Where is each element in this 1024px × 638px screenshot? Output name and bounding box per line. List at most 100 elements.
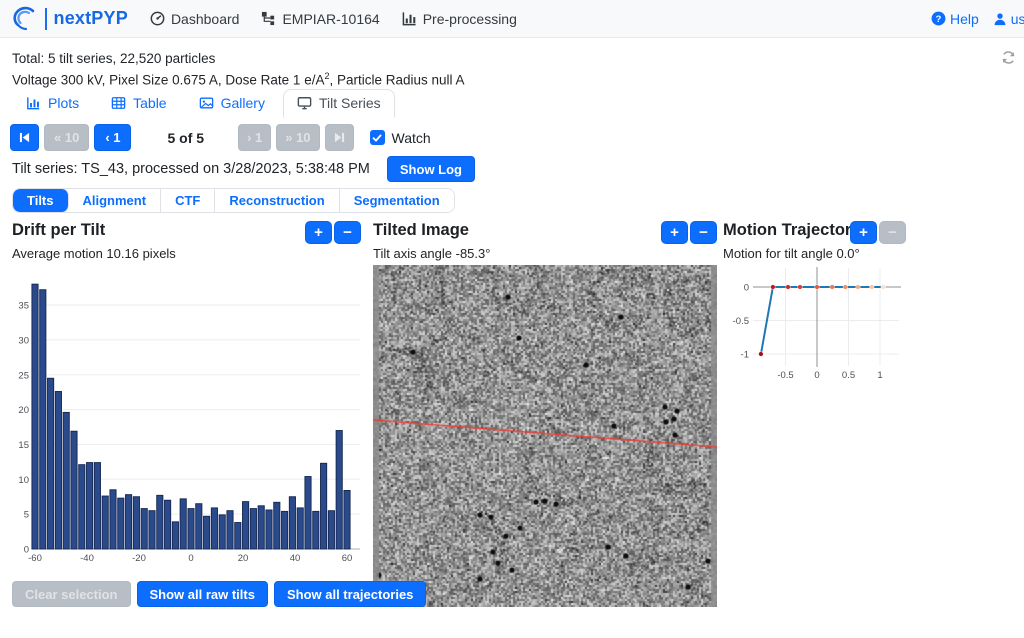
svg-text:-20: -20 xyxy=(132,553,146,564)
check-icon xyxy=(372,133,382,143)
back-1-button[interactable]: ‹ 1 xyxy=(94,124,131,151)
drift-zoom-in-button[interactable]: + xyxy=(305,221,332,244)
watch-control: Watch xyxy=(370,130,431,146)
svg-text:-40: -40 xyxy=(80,553,94,564)
tab-ctf[interactable]: CTF xyxy=(161,189,215,212)
tilted-panel-subtitle: Tilt axis angle -85.3° xyxy=(373,246,490,261)
svg-text:40: 40 xyxy=(290,553,301,564)
show-raw-tilts-button[interactable]: Show all raw tilts xyxy=(137,581,268,607)
clear-selection-button[interactable]: Clear selection xyxy=(12,581,131,607)
series-info: Tilt series: TS_43, processed on 3/28/20… xyxy=(12,156,475,182)
help-label: Help xyxy=(950,11,979,27)
watch-label: Watch xyxy=(392,130,431,146)
svg-text:1: 1 xyxy=(877,370,882,381)
tab-table-label: Table xyxy=(133,95,166,111)
tab-plots-label: Plots xyxy=(48,95,79,111)
svg-text:25: 25 xyxy=(18,370,29,381)
tab-tilt-series-label: Tilt Series xyxy=(319,95,381,111)
refresh-icon[interactable] xyxy=(1001,50,1016,65)
summary-total: Total: 5 tilt series, 22,520 particles xyxy=(12,51,215,66)
content: Total: 5 tilt series, 22,520 particles V… xyxy=(0,38,1024,638)
pager-position: 5 of 5 xyxy=(167,130,204,146)
tab-plots[interactable]: Plots xyxy=(12,89,93,118)
tab-gallery-label: Gallery xyxy=(221,95,265,111)
nav-dashboard[interactable]: Dashboard xyxy=(150,11,240,27)
user-label: user xyxy=(1011,11,1024,27)
tab-segmentation[interactable]: Segmentation xyxy=(340,189,454,212)
help-link[interactable]: ? Help xyxy=(931,11,979,27)
drift-zoom-controls: + − xyxy=(305,221,361,244)
watch-checkbox[interactable] xyxy=(370,130,385,145)
svg-text:0: 0 xyxy=(814,370,819,381)
plots-icon xyxy=(26,96,41,110)
skip-last-icon xyxy=(334,132,345,143)
svg-text:5: 5 xyxy=(24,510,29,521)
svg-text:10: 10 xyxy=(18,475,29,486)
tab-tilt-series[interactable]: Tilt Series xyxy=(283,89,395,118)
drift-panel-subtitle: Average motion 10.16 pixels xyxy=(12,246,176,261)
user-menu[interactable]: user xyxy=(993,11,1024,27)
drift-panel-title: Drift per Tilt xyxy=(12,221,105,240)
tilted-zoom-controls: + − xyxy=(661,221,717,244)
tab-gallery[interactable]: Gallery xyxy=(185,89,279,118)
go-first-button[interactable] xyxy=(10,124,39,151)
drift-bar-chart[interactable]: 05101520253035-60-40-200204060 xyxy=(12,268,360,568)
back-10-button[interactable]: « 10 xyxy=(44,124,89,151)
tilted-zoom-out-button[interactable]: − xyxy=(690,221,717,244)
navbar: nextPYP Dashboard EMPIAR-10164 xyxy=(0,0,1024,38)
brand-name: nextPYP xyxy=(54,8,128,29)
brand-divider xyxy=(45,8,47,30)
svg-text:-60: -60 xyxy=(28,553,42,564)
svg-text:0: 0 xyxy=(744,283,749,294)
monitor-icon xyxy=(297,96,312,110)
nextpyp-logo-icon xyxy=(12,6,38,32)
project-icon xyxy=(261,11,276,26)
tab-table[interactable]: Table xyxy=(97,89,180,118)
svg-text:30: 30 xyxy=(18,335,29,346)
svg-text:60: 60 xyxy=(342,553,353,564)
series-info-text: Tilt series: TS_43, processed on 3/28/20… xyxy=(12,161,370,177)
go-last-button[interactable] xyxy=(325,124,354,151)
svg-text:20: 20 xyxy=(238,553,249,564)
svg-text:0.5: 0.5 xyxy=(842,370,855,381)
nav-project[interactable]: EMPIAR-10164 xyxy=(261,11,379,27)
summary-params-prefix: Voltage 300 kV, Pixel Size 0.675 A, Dose… xyxy=(12,73,324,88)
brand[interactable]: nextPYP xyxy=(12,6,128,32)
svg-text:0: 0 xyxy=(188,553,193,564)
navbar-right: ? Help user xyxy=(931,0,1024,37)
table-icon xyxy=(111,96,126,110)
user-icon xyxy=(993,12,1007,26)
bottom-actions: Clear selection Show all raw tilts Show … xyxy=(12,581,426,607)
motion-zoom-out-button[interactable]: − xyxy=(879,221,906,244)
svg-text:20: 20 xyxy=(18,405,29,416)
svg-text:35: 35 xyxy=(18,301,29,312)
svg-text:-0.5: -0.5 xyxy=(777,370,793,381)
show-log-button[interactable]: Show Log xyxy=(387,156,475,182)
drift-zoom-out-button[interactable]: − xyxy=(334,221,361,244)
forward-1-button[interactable]: › 1 xyxy=(238,124,271,151)
tab-tilts[interactable]: Tilts xyxy=(13,189,69,212)
nav-project-label: EMPIAR-10164 xyxy=(282,11,379,27)
svg-text:-1: -1 xyxy=(741,350,749,361)
nav-preprocessing[interactable]: Pre-processing xyxy=(402,11,517,27)
forward-10-button[interactable]: » 10 xyxy=(276,124,319,151)
svg-text:?: ? xyxy=(936,14,942,24)
show-trajectories-button[interactable]: Show all trajectories xyxy=(274,581,426,607)
motion-panel-subtitle: Motion for tilt angle 0.0° xyxy=(723,246,860,261)
motion-zoom-controls: + − xyxy=(850,221,906,244)
gallery-icon xyxy=(199,96,214,110)
motion-trajectory-chart: -0.500.510-0.5-1 xyxy=(723,262,923,397)
svg-text:15: 15 xyxy=(18,440,29,451)
tilted-panel-title: Tilted Image xyxy=(373,221,469,240)
summary-params: Voltage 300 kV, Pixel Size 0.675 A, Dose… xyxy=(12,71,465,88)
skip-first-icon xyxy=(19,132,30,143)
main-nav: Dashboard EMPIAR-10164 Pre-processing xyxy=(150,11,517,27)
help-icon: ? xyxy=(931,11,946,26)
tilted-zoom-in-button[interactable]: + xyxy=(661,221,688,244)
tilted-image-micrograph xyxy=(373,265,717,607)
nav-preprocessing-label: Pre-processing xyxy=(423,11,517,27)
chart-icon xyxy=(402,11,417,26)
tab-reconstruction[interactable]: Reconstruction xyxy=(215,189,339,212)
motion-zoom-in-button[interactable]: + xyxy=(850,221,877,244)
tab-alignment[interactable]: Alignment xyxy=(69,189,162,212)
